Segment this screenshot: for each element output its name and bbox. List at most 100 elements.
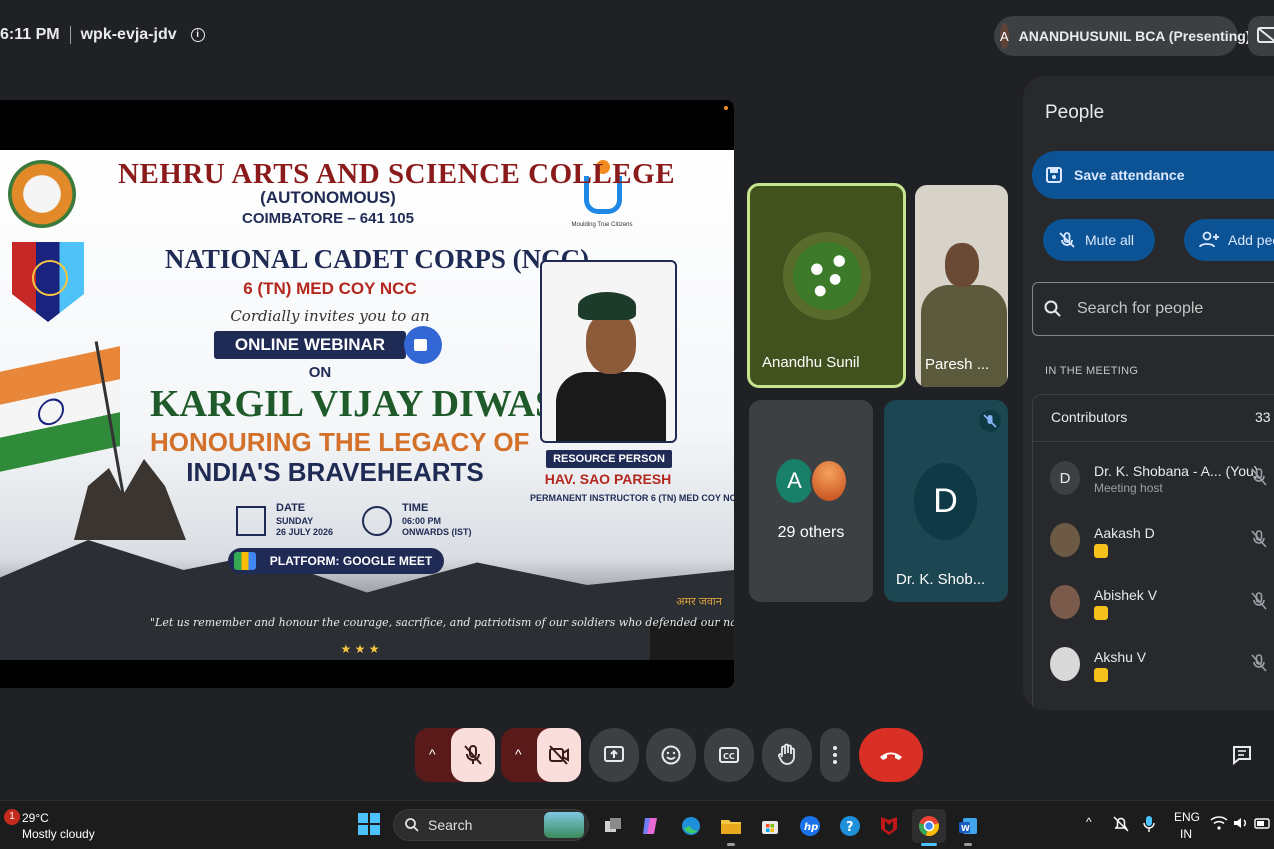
svg-text:W: W	[961, 824, 970, 833]
save-attendance-label: Save attendance	[1074, 167, 1185, 183]
save-attendance-button[interactable]: Save attendance	[1032, 151, 1274, 199]
people-search-box[interactable]	[1032, 282, 1274, 336]
weather-condition: Mostly cloudy	[22, 827, 95, 841]
chat-icon	[1233, 746, 1251, 766]
present-screen-button[interactable]	[589, 728, 639, 782]
present-off-icon	[1257, 27, 1274, 43]
audio-settings-chevron-icon[interactable]: ^	[429, 746, 436, 762]
participant-name: Dr. K. Shob...	[896, 571, 986, 588]
raise-hand-button[interactable]	[762, 728, 812, 782]
add-people-label: Add peo	[1228, 232, 1274, 248]
webinar-banner: ONLINE WEBINAR	[214, 331, 406, 359]
presentation-stage[interactable]: Moulding True Citizens NEHRU ARTS AND SC…	[0, 100, 734, 688]
help-app-icon[interactable]: ?	[833, 809, 867, 843]
add-person-icon	[1199, 231, 1219, 248]
others-avatar-photo	[810, 459, 848, 503]
file-explorer-icon[interactable]	[714, 809, 748, 846]
mic-off-icon[interactable]	[1250, 529, 1268, 554]
mic-off-icon[interactable]	[1250, 467, 1268, 492]
microsoft-store-icon[interactable]	[753, 809, 787, 843]
input-language-primary[interactable]: ENG	[1174, 810, 1200, 824]
task-view-icon[interactable]	[596, 809, 630, 843]
search-icon	[1044, 300, 1061, 317]
presenter-name: ANANDHUSUNIL BCA (Presenting)	[1018, 28, 1251, 44]
battery-icon[interactable]	[1254, 815, 1272, 834]
edge-browser-icon[interactable]	[674, 809, 708, 843]
ncc-heading: NATIONAL CADET CORPS (NCC)	[164, 244, 590, 274]
participant-tile-anandhu[interactable]: Anandhu Sunil	[747, 183, 906, 388]
taskbar-search[interactable]: Search	[393, 809, 589, 841]
reactions-button[interactable]	[646, 728, 696, 782]
info-icon[interactable]: i	[190, 28, 205, 42]
contributors-label[interactable]: Contributors	[1051, 409, 1127, 425]
mic-toggle-button[interactable]	[451, 728, 495, 782]
show-hidden-icons-chevron-icon[interactable]: ^	[1086, 815, 1092, 829]
stop-presenting-button[interactable]	[1248, 16, 1274, 56]
memorial-text: अमर जवान	[676, 596, 722, 608]
notifications-off-icon[interactable]	[1112, 815, 1130, 836]
hp-app-icon[interactable]: hp	[793, 809, 827, 843]
resource-person-photo	[540, 260, 677, 443]
slide-quote: "Let us remember and honour the courage,…	[150, 616, 734, 629]
search-people-input[interactable]	[1077, 300, 1257, 318]
more-options-button[interactable]	[820, 728, 850, 782]
participant-row[interactable]: Aakash D	[1050, 519, 1274, 563]
participant-row[interactable]: D Dr. K. Shobana - A... (You) Meeting ho…	[1050, 457, 1274, 501]
participant-row[interactable]: Abishek V	[1050, 581, 1274, 625]
mcafee-icon[interactable]	[872, 809, 906, 843]
word-icon[interactable]: W	[951, 809, 985, 846]
mute-all-label: Mute all	[1085, 232, 1135, 248]
chrome-browser-icon[interactable]	[912, 809, 946, 846]
participant-tile-dr-shobana[interactable]: D Dr. K. Shob...	[884, 400, 1008, 602]
wifi-icon[interactable]	[1210, 815, 1228, 834]
meeting-top-bar: 6:11 PM wpk-evja-jdv i A ANANDHUSUNIL BC…	[0, 0, 1274, 72]
participant-name: Anandhu Sunil	[762, 354, 860, 371]
mic-off-icon[interactable]	[1250, 653, 1268, 678]
time-value: 06:00 PM	[402, 516, 442, 526]
captions-button[interactable]: CC	[704, 728, 754, 782]
participant-avatar: D	[914, 463, 977, 540]
mic-off-icon[interactable]	[1250, 591, 1268, 616]
volume-icon[interactable]	[1232, 815, 1250, 834]
presenter-avatar: A	[1000, 23, 1009, 49]
weather-widget[interactable]: 1 29°C Mostly cloudy	[0, 807, 120, 845]
google-meet-icon	[234, 552, 256, 570]
participant-name: Aakash D	[1094, 525, 1155, 541]
college-name: NEHRU ARTS AND SCIENCE COLLEGE	[118, 158, 676, 190]
clock-icon	[362, 506, 392, 536]
camera-toggle-button[interactable]	[537, 728, 581, 782]
notification-badge: 1	[4, 809, 20, 825]
college-emblem-logo	[8, 160, 76, 228]
presenter-chip[interactable]: A ANANDHUSUNIL BCA (Presenting)	[994, 16, 1250, 56]
participant-avatar	[1050, 647, 1080, 681]
others-count: 29 others	[777, 524, 845, 541]
resource-person-name: HAV. SAO PARESH	[544, 471, 672, 487]
participant-tile-paresh[interactable]: Paresh ...	[915, 185, 1008, 387]
copilot-icon[interactable]	[634, 809, 668, 843]
presenter-badge-icon	[1094, 544, 1108, 558]
participant-name: Akshu V	[1094, 649, 1147, 665]
resource-person-label: RESOURCE PERSON	[546, 450, 672, 468]
participant-row[interactable]: Akshu V	[1050, 643, 1274, 687]
mute-all-button[interactable]: Mute all	[1043, 219, 1155, 261]
video-settings-chevron-icon[interactable]: ^	[515, 746, 522, 762]
search-label: Search	[428, 817, 473, 833]
participant-role: Meeting host	[1094, 481, 1163, 495]
participant-avatar	[1050, 523, 1080, 557]
college-city: COIMBATORE – 641 105	[241, 210, 414, 227]
chat-button[interactable]	[1222, 728, 1262, 782]
input-language-region[interactable]: IN	[1180, 827, 1192, 841]
microphone-in-use-icon[interactable]	[1142, 815, 1156, 836]
divider	[1033, 441, 1274, 442]
contributors-list: Contributors 33 D Dr. K. Shobana - A... …	[1032, 394, 1274, 710]
leave-call-button[interactable]	[859, 728, 923, 782]
panel-title: People	[1045, 102, 1105, 123]
mic-control-group: ^	[415, 728, 495, 782]
add-people-button[interactable]: Add peo	[1184, 219, 1274, 261]
start-button[interactable]	[358, 813, 380, 835]
event-subtitle-2: INDIA'S BRAVEHEARTS	[186, 457, 484, 487]
captions-icon: CC	[719, 747, 739, 763]
participant-tile-others[interactable]: A 29 others	[749, 400, 873, 602]
save-icon	[1046, 167, 1062, 183]
camera-off-icon	[549, 745, 569, 765]
